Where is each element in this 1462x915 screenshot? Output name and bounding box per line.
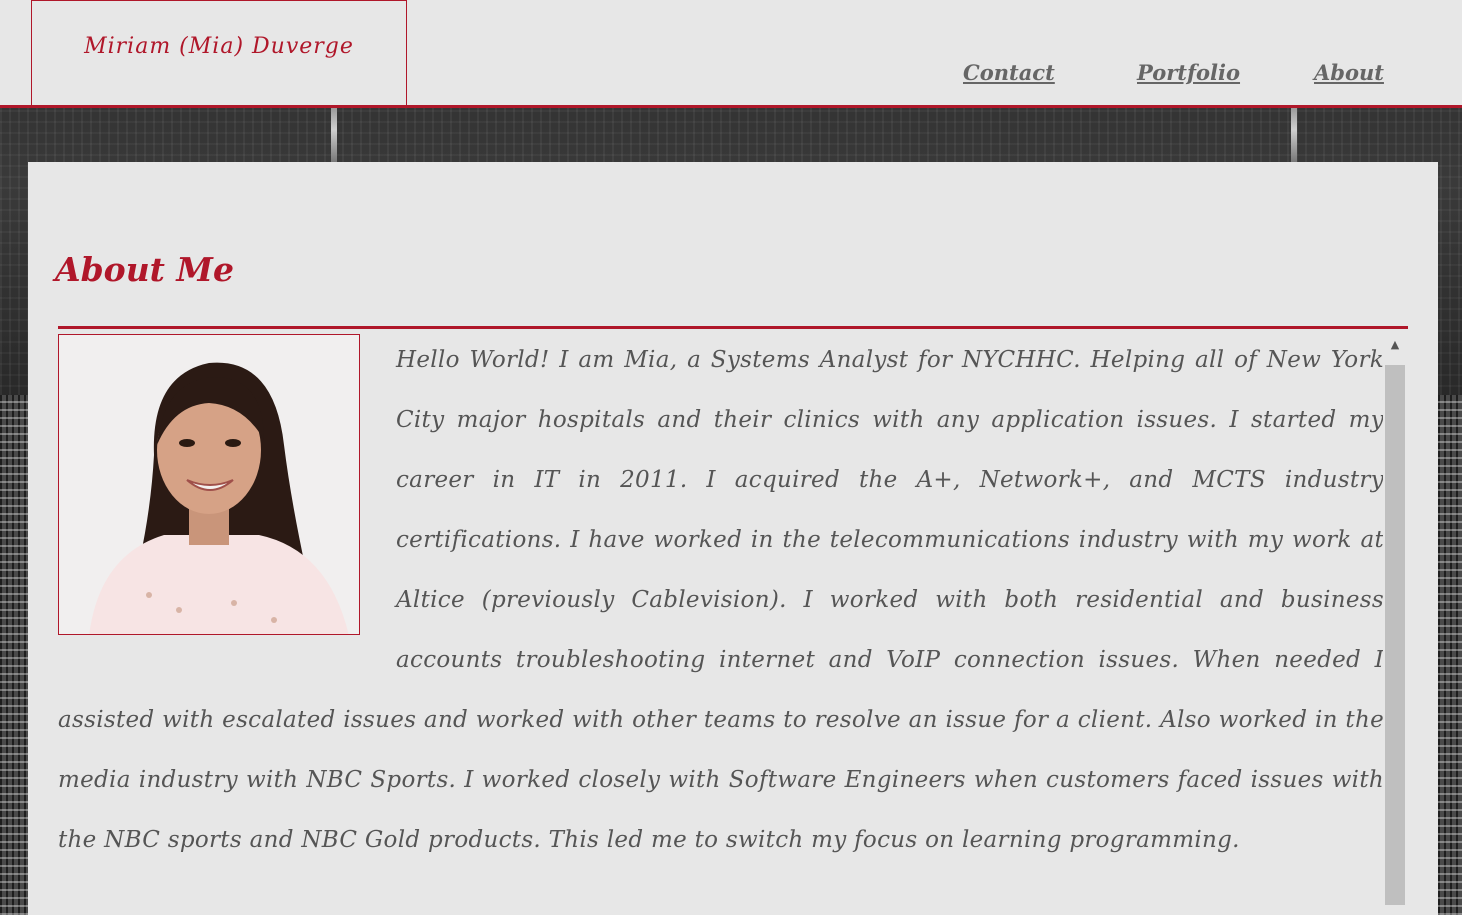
- nav-link-portfolio[interactable]: Portfolio: [1137, 60, 1240, 85]
- logo-box[interactable]: Miriam (Mia) Duverge: [31, 0, 407, 107]
- profile-photo: [58, 334, 360, 635]
- section-title: About Me: [55, 250, 234, 289]
- background-tower: [1291, 108, 1297, 162]
- scroll-up-arrow-icon[interactable]: ▲: [1383, 332, 1407, 356]
- bio-scroll-area[interactable]: Hello World! I am Mia, a Systems Analyst…: [58, 330, 1408, 915]
- section-divider: [58, 326, 1408, 329]
- background-building: [0, 395, 28, 915]
- profile-photo-image: [59, 335, 359, 634]
- bio-scrollbar[interactable]: ▲: [1383, 332, 1407, 910]
- nav-link-contact[interactable]: Contact: [963, 60, 1055, 85]
- site-header: Miriam (Mia) Duverge Contact Portfolio A…: [0, 0, 1462, 108]
- background-building: [1438, 395, 1462, 915]
- about-panel: About Me Hello World! I am Mia, a System…: [28, 162, 1438, 915]
- scrollbar-thumb[interactable]: [1385, 365, 1405, 905]
- background-tower: [331, 108, 337, 162]
- nav-link-about[interactable]: About: [1314, 60, 1384, 85]
- site-logo-text: Miriam (Mia) Duverge: [84, 34, 354, 59]
